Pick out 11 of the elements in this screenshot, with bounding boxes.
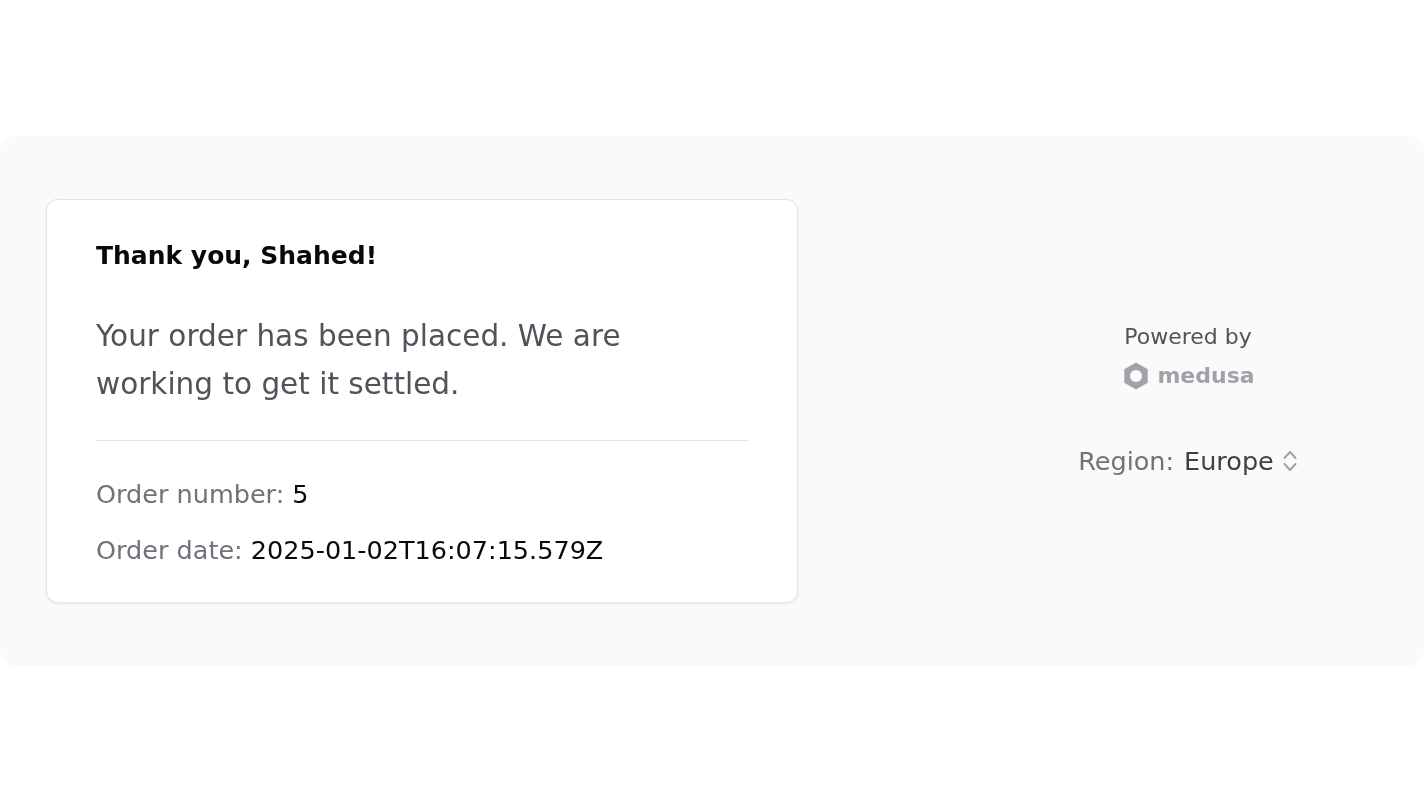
order-placed-message: Your order has been placed. We are working to get it settled. (96, 317, 622, 403)
detail-label: Order date: (96, 534, 243, 565)
powered-by-text: Powered by (1124, 322, 1252, 351)
chevron-up-down-icon (1281, 448, 1298, 473)
region-select[interactable]: Europe (1184, 442, 1298, 479)
detail-value: 2025-01-02T16:07:15.579Z (250, 534, 604, 565)
thank-you-heading: Thank you, Shahed! (96, 239, 379, 272)
detail-label: Order number: (96, 478, 285, 509)
brand-wordmark: medusa (1157, 361, 1255, 390)
region-label: Region: (1078, 444, 1175, 478)
detail-value: 5 (292, 478, 309, 509)
